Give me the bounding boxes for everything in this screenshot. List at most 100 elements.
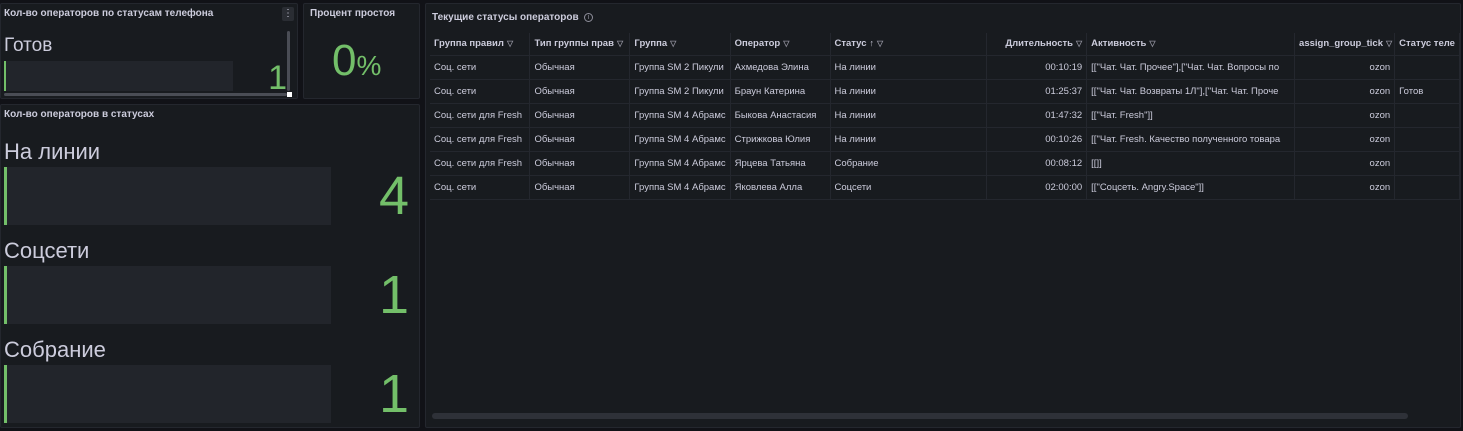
table-cell: 00:08:12 (986, 151, 1088, 176)
table-cell: Обычная (529, 79, 631, 104)
table-row[interactable]: Соц. сети для Fresh Обычная Группа SM 4 … (430, 127, 1460, 152)
table-cell: Группа SM 4 Абрамс (629, 103, 731, 128)
table-row[interactable]: Соц. сети для Fresh Обычная Группа SM 4 … (430, 103, 1460, 128)
table-cell: ozon (1294, 175, 1396, 200)
table-cell: На линии (830, 55, 988, 80)
table-cell: Соц. сети (430, 175, 531, 200)
table-row[interactable]: Соц. сети Обычная Группа SM 2 Пикули Ахм… (430, 55, 1460, 80)
sort-up-icon[interactable]: ↑ (870, 38, 875, 48)
column-header[interactable]: Длительность ▽ (986, 33, 1088, 56)
status-label-online: На линии (4, 139, 101, 164)
table-cell: Соц. сети (430, 79, 531, 104)
table-cell: Обычная (529, 175, 631, 200)
operators-in-status-panel: Кол-во операторов в статусах На линии 4 … (0, 104, 420, 428)
filter-icon[interactable]: ▽ (1386, 39, 1392, 48)
filter-icon[interactable]: ▽ (617, 39, 623, 48)
table-cell (1394, 151, 1460, 176)
status-value-social: 1 (378, 265, 409, 325)
stat-bar (4, 61, 233, 91)
table-cell (1394, 103, 1460, 128)
table-cell: Группа SM 4 Абрамс (629, 175, 731, 200)
table-cell: Группа SM 2 Пикули (629, 55, 731, 80)
filter-icon[interactable]: ▽ (1076, 39, 1082, 48)
table-horizontal-scrollbar[interactable] (432, 413, 1408, 419)
table-cell: 01:25:37 (986, 79, 1088, 104)
operators-table: Группа правил ▽ Тип группы прав ▽ Группа ▽ … (430, 33, 1460, 200)
table-cell: [["Чат. Чат. Прочее"],["Чат. Чат. Вопрос… (1086, 55, 1296, 80)
filter-icon[interactable]: ▽ (877, 39, 883, 48)
table-row[interactable]: Соц. сети Обычная Группа SM 2 Пикули Бра… (430, 79, 1460, 104)
status-bar-meeting (4, 365, 331, 423)
panel-title: Процент простоя (310, 8, 396, 19)
table-cell: Соц. сети для Fresh (430, 103, 531, 128)
column-header[interactable]: Группа правил ▽ (430, 33, 531, 56)
resize-handle[interactable] (287, 92, 292, 97)
table-cell: Стрижкова Юлия (730, 127, 831, 152)
current-statuses-panel: Текущие статусы операторов i Группа прав… (425, 3, 1461, 428)
status-label-social: Соцсети (4, 238, 90, 263)
table-cell: Быкова Анастасия (730, 103, 831, 128)
status-value-meeting: 1 (378, 364, 409, 424)
idle-percent-number: 0 (332, 36, 357, 85)
filter-icon[interactable]: ▽ (670, 39, 676, 48)
table-cell: ozon (1294, 79, 1396, 104)
column-header[interactable]: assign_group_tick ▽ (1294, 33, 1396, 56)
table-cell: [["Соцсеть. Angry.Space"]] (1086, 175, 1296, 200)
column-header[interactable]: Активность ▽ (1086, 33, 1296, 56)
table-cell: ozon (1294, 127, 1396, 152)
table-cell: ozon (1294, 55, 1396, 80)
table-cell: Группа SM 2 Пикули (629, 79, 731, 104)
table-row[interactable]: Соц. сети Обычная Группа SM 4 Абрамс Яко… (430, 175, 1460, 200)
column-header[interactable]: Статус ↑ ▽ (830, 33, 988, 56)
stat-bar-accent (4, 61, 6, 91)
table-cell: [["Чат. Чат. Возвраты 1Л"],["Чат. Чат. П… (1086, 79, 1296, 104)
table-cell: 02:00:00 (986, 175, 1088, 200)
table-cell: 00:10:26 (986, 127, 1088, 152)
table-cell: На линии (830, 127, 988, 152)
table-cell: Готов (1394, 79, 1460, 104)
table-cell: Соц. сети для Fresh (430, 151, 531, 176)
table-cell: Обычная (529, 127, 631, 152)
idle-percent-panel: Процент простоя 0% (303, 3, 420, 99)
stat-label: Готов (4, 35, 53, 56)
table-cell: [[]] (1086, 151, 1296, 176)
status-value-online: 4 (378, 166, 409, 226)
more-vertical-icon[interactable]: ⋮ (282, 7, 294, 21)
filter-icon[interactable]: ▽ (507, 39, 513, 48)
scrollbar-vertical[interactable] (287, 31, 290, 91)
table-cell: Обычная (529, 151, 631, 176)
table-cell: Браун Катерина (730, 79, 831, 104)
table-cell: [["Чат. Fresh"]] (1086, 103, 1296, 128)
status-bar-online (4, 167, 331, 225)
table-cell: Обычная (529, 103, 631, 128)
table-cell: ozon (1294, 151, 1396, 176)
table-cell: ozon (1294, 103, 1396, 128)
table-cell: 00:10:19 (986, 55, 1088, 80)
column-header[interactable]: Статус теле (1394, 33, 1460, 56)
table-cell (1394, 55, 1460, 80)
panel-title: Кол-во операторов в статусах (4, 109, 155, 120)
table-cell (1394, 127, 1460, 152)
scrollbar-horizontal[interactable] (4, 93, 287, 96)
status-bar-accent (4, 266, 7, 324)
table-cell: Ярцева Татьяна (730, 151, 831, 176)
column-header[interactable]: Тип группы прав ▽ (529, 33, 631, 56)
column-header[interactable]: Оператор ▽ (730, 33, 831, 56)
table-cell: [["Чат. Fresh. Качество полученного това… (1086, 127, 1296, 152)
info-icon[interactable]: i (584, 13, 593, 22)
filter-icon[interactable]: ▽ (783, 39, 789, 48)
table-cell: Соцсети (830, 175, 988, 200)
table-cell: Собрание (830, 151, 988, 176)
idle-percent-unit: % (356, 50, 382, 81)
column-header[interactable]: Группа ▽ (629, 33, 731, 56)
filter-icon[interactable]: ▽ (1149, 39, 1155, 48)
table-cell (1394, 175, 1460, 200)
status-bar-social (4, 266, 331, 324)
table-row[interactable]: Соц. сети для Fresh Обычная Группа SM 4 … (430, 151, 1460, 176)
idle-percent-value: 0% (332, 36, 381, 86)
status-label-meeting: Собрание (4, 337, 106, 362)
status-bar-accent (4, 167, 7, 225)
status-bar-accent (4, 365, 7, 423)
phone-status-panel: Кол-во операторов по статусам телефона ⋮… (0, 3, 298, 99)
table-cell: Группа SM 4 Абрамс (629, 127, 731, 152)
